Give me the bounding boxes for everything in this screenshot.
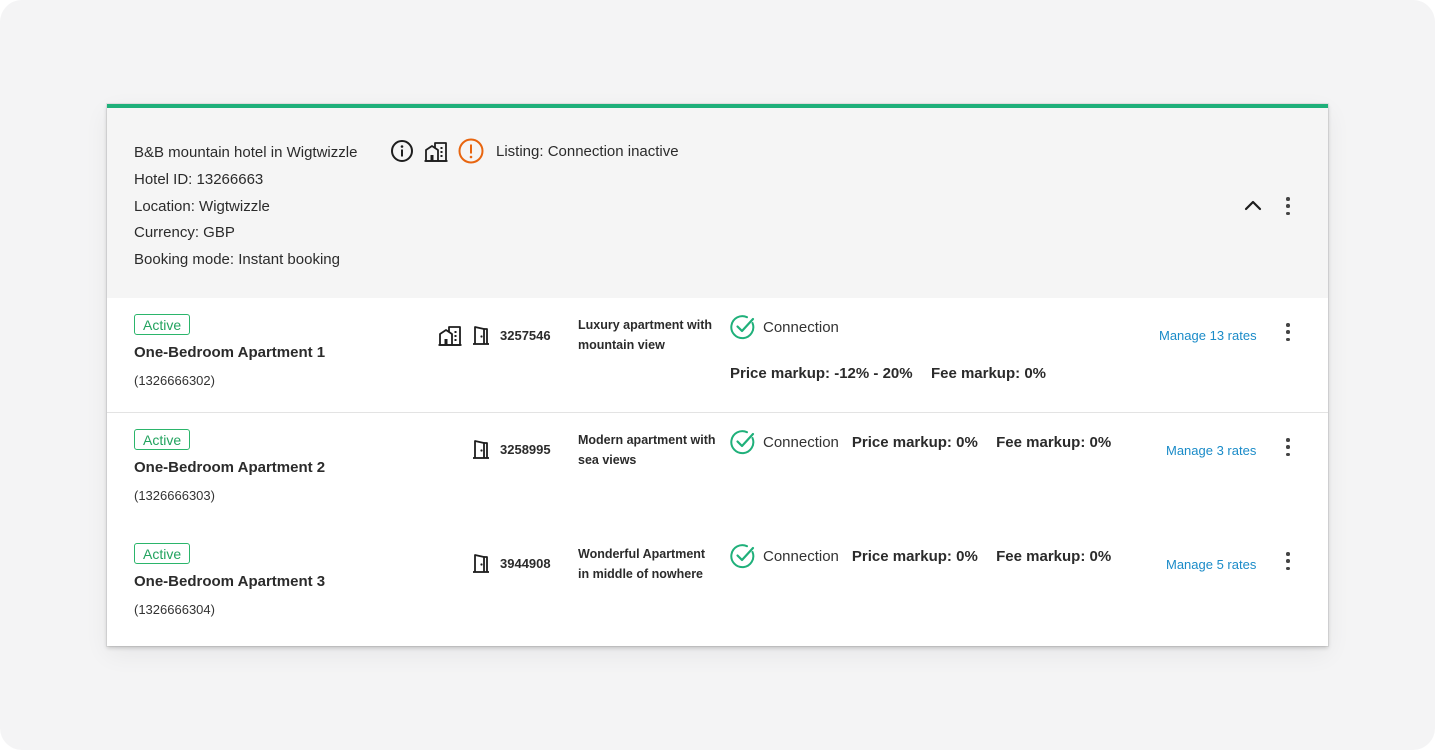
room-icons: 3257546 <box>438 324 551 346</box>
hotel-status-icons: Listing: Connection inactive <box>390 138 679 164</box>
price-markup-label: Price markup: <box>730 365 831 382</box>
room-icons: 3258995 <box>472 439 551 459</box>
fee-markup-value: 0% <box>1089 547 1112 565</box>
manage-rates-link[interactable]: Manage 13 rates <box>1159 328 1257 343</box>
hotel-more-icon[interactable] <box>1284 196 1292 216</box>
markup-info: Price markup: 0% Fee markup: 0% <box>852 548 1111 565</box>
connection-label: Connection <box>763 547 839 565</box>
room-id: (1326666302) <box>134 373 215 388</box>
room-id: (1326666304) <box>134 602 215 617</box>
price-markup-label: Price markup: <box>851 547 952 565</box>
building-icon <box>438 324 462 346</box>
manage-rates-link[interactable]: Manage 5 rates <box>1166 557 1256 572</box>
status-badge: Active <box>134 429 191 450</box>
warning-icon <box>458 138 484 164</box>
room-row-1: Active One-Bedroom Apartment 1 (13266663… <box>107 298 1328 413</box>
fee-markup-value: 0% <box>1089 433 1112 451</box>
room-row-2: Active One-Bedroom Apartment 2 (13266663… <box>107 413 1328 528</box>
room-description: Modern apartment with sea views <box>578 433 716 467</box>
markup-info: Price markup: 0% Fee markup: 0% <box>852 434 1111 451</box>
connection-status: Connection <box>730 314 839 340</box>
hotel-name: B&B mountain hotel in Wigtwizzle <box>134 144 358 161</box>
connection-label: Connection <box>763 318 839 336</box>
markup-info: Price markup: -12% - 20% Fee markup: 0% <box>730 365 1046 382</box>
room-number: 3944908 <box>500 555 551 571</box>
door-icon <box>472 439 490 459</box>
fee-markup-label: Fee markup: <box>930 365 1021 382</box>
price-markup-value: 0% <box>956 433 978 451</box>
connection-check-icon <box>730 430 755 455</box>
status-badge: Active <box>134 314 191 335</box>
door-icon <box>472 325 490 345</box>
connection-status: Connection Price markup: 0% Fee markup: … <box>730 429 1111 455</box>
room-description: Wonderful Apartment in middle of nowhere <box>578 547 706 581</box>
room-more-icon[interactable] <box>1284 322 1292 342</box>
fee-markup-value: 0% <box>1024 365 1046 382</box>
room-icons: 3944908 <box>472 553 551 573</box>
room-name: One-Bedroom Apartment 1 <box>134 344 326 361</box>
room-description: Luxury apartment with mountain view <box>578 318 713 352</box>
price-markup-value: -12% - 20% <box>834 365 913 382</box>
room-number: 3258995 <box>500 441 551 457</box>
room-more-icon[interactable] <box>1284 551 1292 571</box>
room-row-3: Active One-Bedroom Apartment 3 (13266663… <box>107 527 1328 641</box>
door-icon <box>472 553 490 573</box>
listing-status: Listing: Connection inactive <box>496 142 679 160</box>
collapse-chevron-icon[interactable] <box>1241 194 1265 223</box>
room-id: (1326666303) <box>134 488 215 503</box>
hotel-id: Hotel ID: 13266663 <box>134 171 264 188</box>
fee-markup-label: Fee markup: <box>996 433 1086 451</box>
status-badge: Active <box>134 543 191 564</box>
fee-markup-label: Fee markup: <box>996 547 1086 565</box>
price-markup-value: 0% <box>956 547 978 565</box>
room-number: 3257546 <box>500 327 551 343</box>
hotel-card: B&B mountain hotel in Wigtwizzle Hotel I… <box>107 104 1328 646</box>
hotel-booking-mode: Booking mode: Instant booking <box>134 251 340 268</box>
building-icon <box>424 140 448 162</box>
page-background: B&B mountain hotel in Wigtwizzle Hotel I… <box>0 0 1435 750</box>
connection-status: Connection Price markup: 0% Fee markup: … <box>730 543 1111 569</box>
room-name: One-Bedroom Apartment 2 <box>134 459 326 476</box>
price-markup-label: Price markup: <box>851 433 952 451</box>
manage-rates-link[interactable]: Manage 3 rates <box>1166 443 1256 458</box>
hotel-header: B&B mountain hotel in Wigtwizzle Hotel I… <box>107 108 1328 299</box>
connection-label: Connection <box>763 433 839 451</box>
connection-check-icon <box>730 315 755 340</box>
connection-check-icon <box>730 544 755 569</box>
info-icon[interactable] <box>390 139 414 163</box>
hotel-currency: Currency: GBP <box>134 224 235 241</box>
room-more-icon[interactable] <box>1284 437 1292 457</box>
hotel-location: Location: Wigtwizzle <box>134 198 270 215</box>
room-name: One-Bedroom Apartment 3 <box>134 573 326 590</box>
